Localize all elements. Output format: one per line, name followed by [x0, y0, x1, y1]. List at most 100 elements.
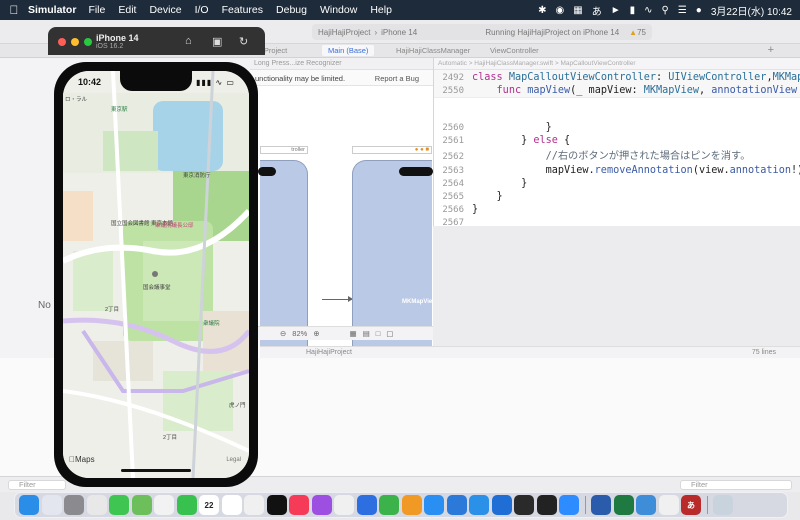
- dock-music-icon[interactable]: [289, 495, 309, 515]
- dock-terminal-icon[interactable]: [536, 495, 557, 515]
- menu-debug[interactable]: Debug: [276, 4, 307, 16]
- menu-help[interactable]: Help: [370, 4, 392, 16]
- dock-reminders-icon[interactable]: [221, 495, 242, 515]
- iphone-screen[interactable]: 10:42 ▮▮▮ ∿ ▭ ロ・ラル 東京駅 東京消防庁 国立国会図書館 東京本…: [63, 71, 249, 478]
- segue-arrow[interactable]: [322, 296, 353, 302]
- view-controller-scene-left[interactable]: [258, 160, 308, 350]
- dock-photos-icon[interactable]: [154, 495, 174, 515]
- scene-label-right[interactable]: ● ● ■: [352, 146, 432, 154]
- ib-breadcrumb[interactable]: Long Press...ize Recognizer: [250, 58, 433, 70]
- filter-input-right[interactable]: Filter: [680, 480, 792, 490]
- simulator-titlebar[interactable]: iPhone 14 iOS 16.2 ⌂ ▣ ↻: [48, 27, 265, 55]
- battery-icon[interactable]: ▮: [630, 5, 636, 16]
- legal-link[interactable]: Legal: [226, 457, 241, 463]
- add-tab-icon[interactable]: +: [768, 44, 774, 56]
- warning-count[interactable]: 75: [637, 28, 646, 37]
- tab-view-controller[interactable]: ViewController: [490, 46, 539, 55]
- dock-zoom-icon[interactable]: [559, 495, 579, 515]
- dock-freeform-icon[interactable]: [244, 495, 264, 515]
- code-line-sticky-1[interactable]: 2492 class MapCalloutViewController: UIVi…: [434, 71, 800, 84]
- dock-facetime-icon[interactable]: [176, 495, 197, 515]
- dock-calendar-icon[interactable]: 22: [199, 495, 219, 515]
- menu-io[interactable]: I/O: [195, 4, 209, 16]
- dock-keynote-icon[interactable]: [356, 495, 377, 515]
- align-icon[interactable]: ▦: [350, 329, 357, 338]
- menu-edit[interactable]: Edit: [118, 4, 136, 16]
- tab-main-base[interactable]: Main (Base): [322, 45, 375, 56]
- dock-maps-icon[interactable]: [131, 495, 152, 515]
- home-icon[interactable]: ⌂: [185, 35, 197, 47]
- dock-textedit-icon[interactable]: [658, 495, 679, 515]
- dock-chrome-icon[interactable]: [86, 495, 107, 515]
- rotate-icon[interactable]: ↻: [239, 35, 251, 48]
- apple-menu-icon[interactable]: : [0, 3, 28, 17]
- zoom-out-icon[interactable]: ⊖: [280, 329, 286, 338]
- siri-icon[interactable]: ●: [696, 5, 702, 16]
- warning-icon[interactable]: ▲: [629, 28, 637, 37]
- map-label: 2丁目: [163, 435, 178, 441]
- code-line[interactable]: 2561 } else {: [434, 134, 800, 147]
- input-method-icon[interactable]: あ: [592, 3, 602, 18]
- close-button[interactable]: [58, 38, 66, 46]
- code-line[interactable]: 2563 mapView.removeAnnotation(view.annot…: [434, 164, 800, 177]
- code-line[interactable]: 2565 }: [434, 190, 800, 203]
- filter-input-left[interactable]: Filter: [8, 480, 66, 490]
- wifi-icon[interactable]: ∿: [644, 5, 652, 16]
- menu-features[interactable]: Features: [222, 4, 263, 16]
- zoom-button[interactable]: [84, 38, 92, 46]
- dock-system-settings-icon[interactable]: [64, 495, 84, 515]
- bluetooth-icon[interactable]: ✱: [538, 5, 546, 16]
- map-view[interactable]: [63, 71, 249, 478]
- code-line[interactable]: 2560 }: [434, 121, 800, 134]
- dock-preview-icon[interactable]: [636, 495, 656, 515]
- menu-window[interactable]: Window: [320, 4, 357, 16]
- minimize-button[interactable]: [71, 38, 79, 46]
- menu-device[interactable]: Device: [149, 4, 181, 16]
- dock-tv-icon[interactable]: [266, 495, 287, 515]
- jump-bar[interactable]: Automatic > HajiHajiClassManager.swift >…: [434, 58, 800, 70]
- dock-launchpad-icon[interactable]: [41, 495, 62, 515]
- dock-xcode-icon[interactable]: [446, 495, 467, 515]
- dock-instruments-icon[interactable]: [491, 495, 512, 515]
- dock-news-icon[interactable]: [334, 495, 354, 515]
- dock-trash-icon[interactable]: [713, 495, 733, 515]
- status-device[interactable]: iPhone 14: [381, 28, 417, 37]
- search-icon[interactable]: ⚲: [662, 5, 669, 16]
- dock-messages-icon[interactable]: [109, 495, 129, 515]
- report-bug-button[interactable]: Report a Bug: [375, 74, 419, 83]
- dock-simulator-icon[interactable]: [469, 495, 489, 515]
- dock-dictionary-icon[interactable]: あ: [681, 495, 701, 515]
- map-label: 衆議院: [203, 321, 220, 327]
- constraints-icon[interactable]: □: [376, 329, 381, 338]
- zoom-level[interactable]: 82%: [292, 329, 307, 338]
- dock-activity-monitor-icon[interactable]: [514, 495, 534, 515]
- code-line-sticky-2[interactable]: 2550 func mapView(_ mapView: MKMapView, …: [434, 84, 800, 97]
- dock-excel-icon[interactable]: [613, 495, 634, 515]
- clipboard-icon[interactable]: ▦: [573, 5, 582, 16]
- code-line[interactable]: 2566}: [434, 203, 800, 216]
- dock-podcasts-icon[interactable]: [311, 495, 332, 515]
- dock-word-icon[interactable]: [591, 495, 611, 515]
- dock-app-store-icon[interactable]: [424, 495, 444, 515]
- status-running: Running HajiHajiProject on iPhone 14: [485, 27, 620, 37]
- dock-finder-icon[interactable]: [19, 495, 39, 515]
- record-icon[interactable]: ◉: [556, 5, 565, 16]
- menu-file[interactable]: File: [88, 4, 105, 16]
- volume-icon[interactable]: ►: [611, 5, 621, 16]
- code-line[interactable]: 2564 }: [434, 177, 800, 190]
- dock-numbers-icon[interactable]: [379, 495, 399, 515]
- scene-label-left[interactable]: troller: [260, 146, 308, 154]
- dock-pages-icon[interactable]: [401, 495, 422, 515]
- footer-project[interactable]: HajiHajiProject: [306, 349, 352, 356]
- resolve-icon[interactable]: ▢: [386, 329, 393, 338]
- tab-class-manager[interactable]: HajiHajiClassManager: [396, 46, 470, 55]
- menubar-clock[interactable]: 3月22日(水) 10:42: [711, 3, 792, 18]
- menu-app-name[interactable]: Simulator: [28, 4, 76, 16]
- control-center-icon[interactable]: ☰: [678, 5, 687, 16]
- screenshot-icon[interactable]: ▣: [212, 35, 224, 48]
- zoom-in-icon[interactable]: ⊕: [313, 329, 319, 338]
- code-line[interactable]: 2562 //右のボタンが押された場合はピンを消す。: [434, 150, 800, 163]
- view-controller-scene-right[interactable]: [352, 160, 433, 350]
- distribute-icon[interactable]: ▤: [363, 329, 370, 338]
- home-indicator[interactable]: [121, 469, 191, 472]
